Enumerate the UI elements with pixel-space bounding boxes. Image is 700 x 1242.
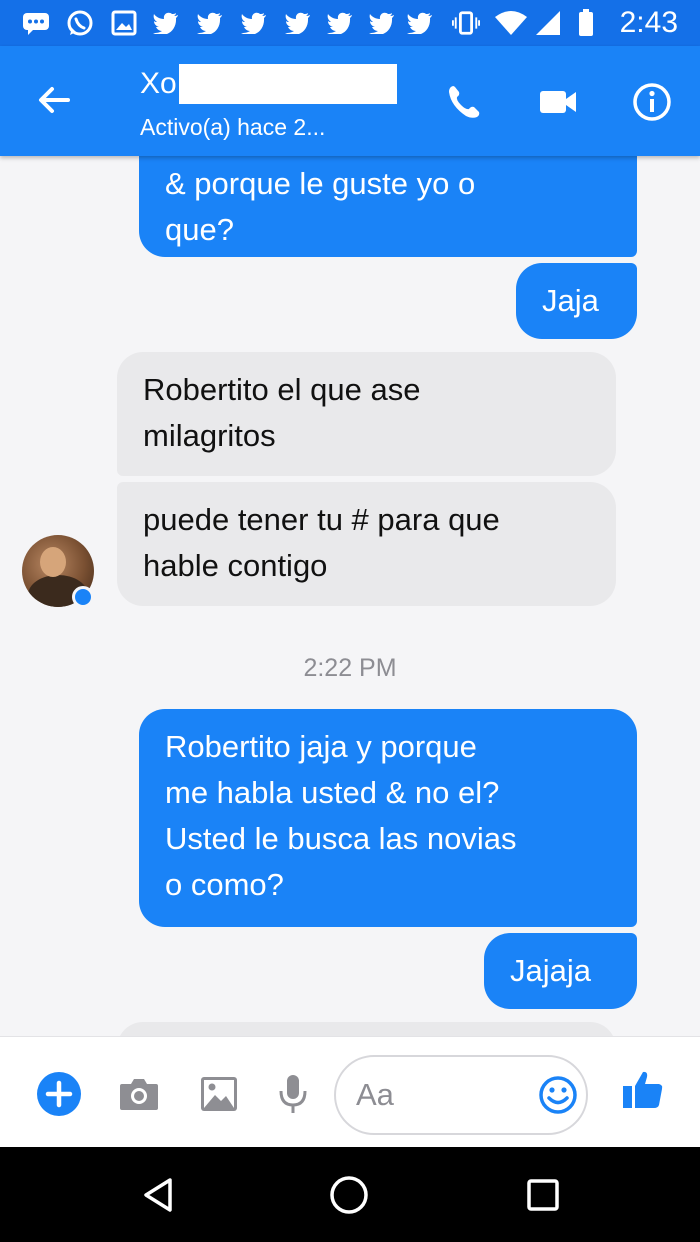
- signal-icon: [534, 9, 562, 37]
- outgoing-message[interactable]: Jajaja: [484, 933, 637, 1009]
- twitter-icon: [240, 9, 268, 37]
- twitter-icon: [406, 9, 434, 37]
- microphone-icon[interactable]: [270, 1071, 316, 1117]
- info-icon[interactable]: [628, 78, 676, 126]
- twitter-icon: [368, 9, 396, 37]
- timestamp: 2:22 PM: [303, 654, 397, 682]
- phone-icon[interactable]: [440, 78, 488, 126]
- plus-icon[interactable]: [36, 1071, 82, 1117]
- message-text: Jaja: [542, 283, 599, 318]
- active-status: Activo(a) hace 2...: [140, 114, 326, 140]
- emoji-icon[interactable]: [538, 1075, 578, 1115]
- twitter-icon: [326, 9, 354, 37]
- outgoing-message[interactable]: & porque le guste yo o que?: [139, 156, 637, 257]
- message-text: & porque le guste yo o que?: [165, 166, 476, 247]
- message-text: Robertito jaja y porque me habla usted &…: [165, 729, 517, 902]
- gallery-icon[interactable]: [196, 1071, 242, 1117]
- contact-title[interactable]: Xo: [140, 64, 397, 104]
- message-text: Robertito el que ase milagritos: [143, 372, 421, 453]
- outgoing-message[interactable]: Jaja: [516, 263, 637, 339]
- composer-bar: [0, 1036, 700, 1147]
- message-icon: [22, 9, 50, 37]
- status-bar: 2:43: [0, 0, 700, 46]
- recents-square-icon[interactable]: [521, 1173, 565, 1217]
- name-redaction: [178, 64, 397, 104]
- conversation-header: Xo Activo(a) hace 2...: [0, 46, 700, 156]
- home-circle-icon[interactable]: [327, 1173, 371, 1217]
- message-text: puede tener tu # para que hable contigo: [143, 502, 500, 583]
- message-text: Jajaja: [510, 953, 591, 988]
- twitter-icon: [196, 9, 224, 37]
- twitter-icon: [284, 9, 312, 37]
- back-arrow-icon[interactable]: [32, 78, 76, 122]
- messenger-badge-icon: [72, 586, 94, 608]
- message-input[interactable]: [356, 1073, 526, 1117]
- camera-icon[interactable]: [116, 1071, 162, 1117]
- incoming-message[interactable]: [117, 1022, 616, 1036]
- back-triangle-icon[interactable]: [136, 1173, 180, 1217]
- incoming-message[interactable]: puede tener tu # para que hable contigo: [117, 482, 616, 606]
- system-nav-bar: [0, 1147, 700, 1242]
- clock: 2:43: [619, 6, 678, 39]
- vibrate-icon: [452, 9, 480, 37]
- avatar-face: [40, 547, 66, 577]
- contact-name: Xo: [140, 67, 177, 100]
- twitter-icon: [152, 9, 180, 37]
- incoming-message[interactable]: Robertito el que ase milagritos: [117, 352, 616, 476]
- image-icon: [110, 9, 138, 37]
- message-list[interactable]: & porque le guste yo o que? Jaja Roberti…: [0, 156, 700, 1036]
- whatsapp-icon: [66, 9, 94, 37]
- message-input-container[interactable]: [334, 1055, 588, 1135]
- video-camera-icon[interactable]: [534, 78, 582, 126]
- battery-icon: [576, 9, 596, 37]
- thumbs-up-icon[interactable]: [620, 1067, 666, 1113]
- outgoing-message[interactable]: Robertito jaja y porque me habla usted &…: [139, 709, 637, 927]
- wifi-icon: [494, 9, 528, 37]
